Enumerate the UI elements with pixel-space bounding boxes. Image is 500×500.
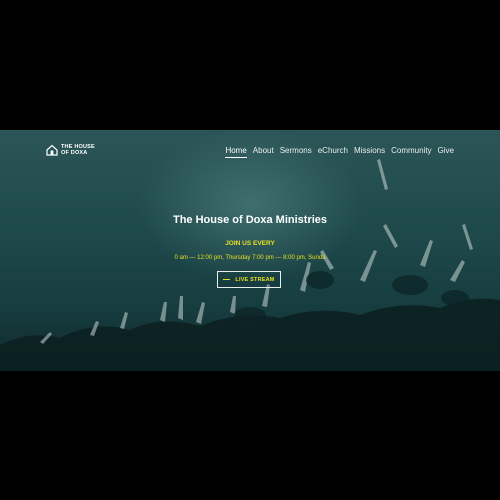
nav-about[interactable]: About — [253, 146, 274, 158]
site-logo[interactable]: THE HOUSE OF DOXA — [46, 144, 101, 156]
nav-sermons[interactable]: Sermons — [280, 146, 312, 158]
crowd-silhouette — [0, 159, 500, 371]
nav-give[interactable]: Give — [438, 146, 454, 158]
house-icon — [46, 144, 58, 156]
main-nav: Home About Sermons eChurch Missions Comm… — [225, 146, 454, 158]
nav-echurch[interactable]: eChurch — [318, 146, 348, 158]
live-stream-label: LIVE STREAM — [235, 276, 275, 283]
nav-home[interactable]: Home — [225, 146, 247, 158]
nav-missions[interactable]: Missions — [354, 146, 385, 158]
live-stream-button[interactable]: LIVE STREAM — [217, 271, 281, 288]
hero-section: THE HOUSE OF DOXA Home About Sermons eCh… — [0, 130, 500, 371]
join-heading: JOIN US EVERY — [225, 240, 275, 247]
service-hours: 0 am — 12:00 pm, Thursday 7:00 pm — 8:00… — [174, 255, 326, 261]
logo-text: THE HOUSE OF DOXA — [61, 144, 95, 156]
nav-community[interactable]: Community — [391, 146, 431, 158]
hero-title: The House of Doxa Ministries — [172, 214, 328, 226]
dash-icon — [223, 279, 231, 280]
